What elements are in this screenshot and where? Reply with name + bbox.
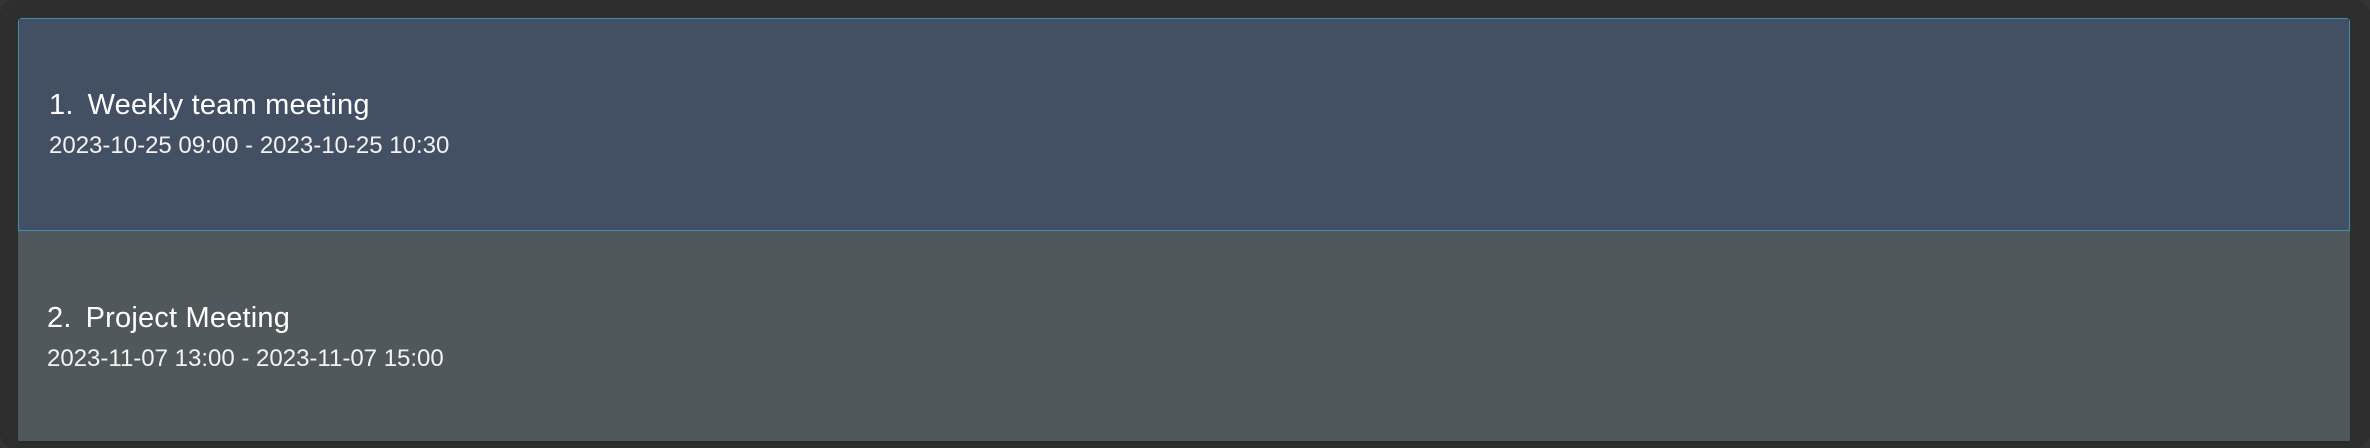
- event-name: Weekly team meeting: [87, 89, 370, 121]
- event-time-range: 2023-10-25 09:00 - 2023-10-25 10:30: [49, 132, 450, 159]
- event-time-range: 2023-11-07 13:00 - 2023-11-07 15:00: [47, 345, 444, 372]
- event-index: 2.: [47, 302, 72, 334]
- event-list: 1. Weekly team meeting 2023-10-25 09:00 -…: [18, 18, 2350, 444]
- event-name: Project Meeting: [85, 302, 291, 334]
- event-title: 2. Project Meeting: [47, 302, 290, 335]
- event-title: 1. Weekly team meeting: [49, 89, 370, 122]
- app-window: 1. Weekly team meeting 2023-10-25 09:00 -…: [0, 0, 2370, 448]
- event-list-item-2[interactable]: 2. Project Meeting 2023-11-07 13:00 - 202…: [18, 231, 2350, 444]
- event-index: 1.: [49, 89, 74, 121]
- list-bottom-divider: [18, 441, 2350, 444]
- event-list-item-1[interactable]: 1. Weekly team meeting 2023-10-25 09:00 -…: [18, 18, 2350, 231]
